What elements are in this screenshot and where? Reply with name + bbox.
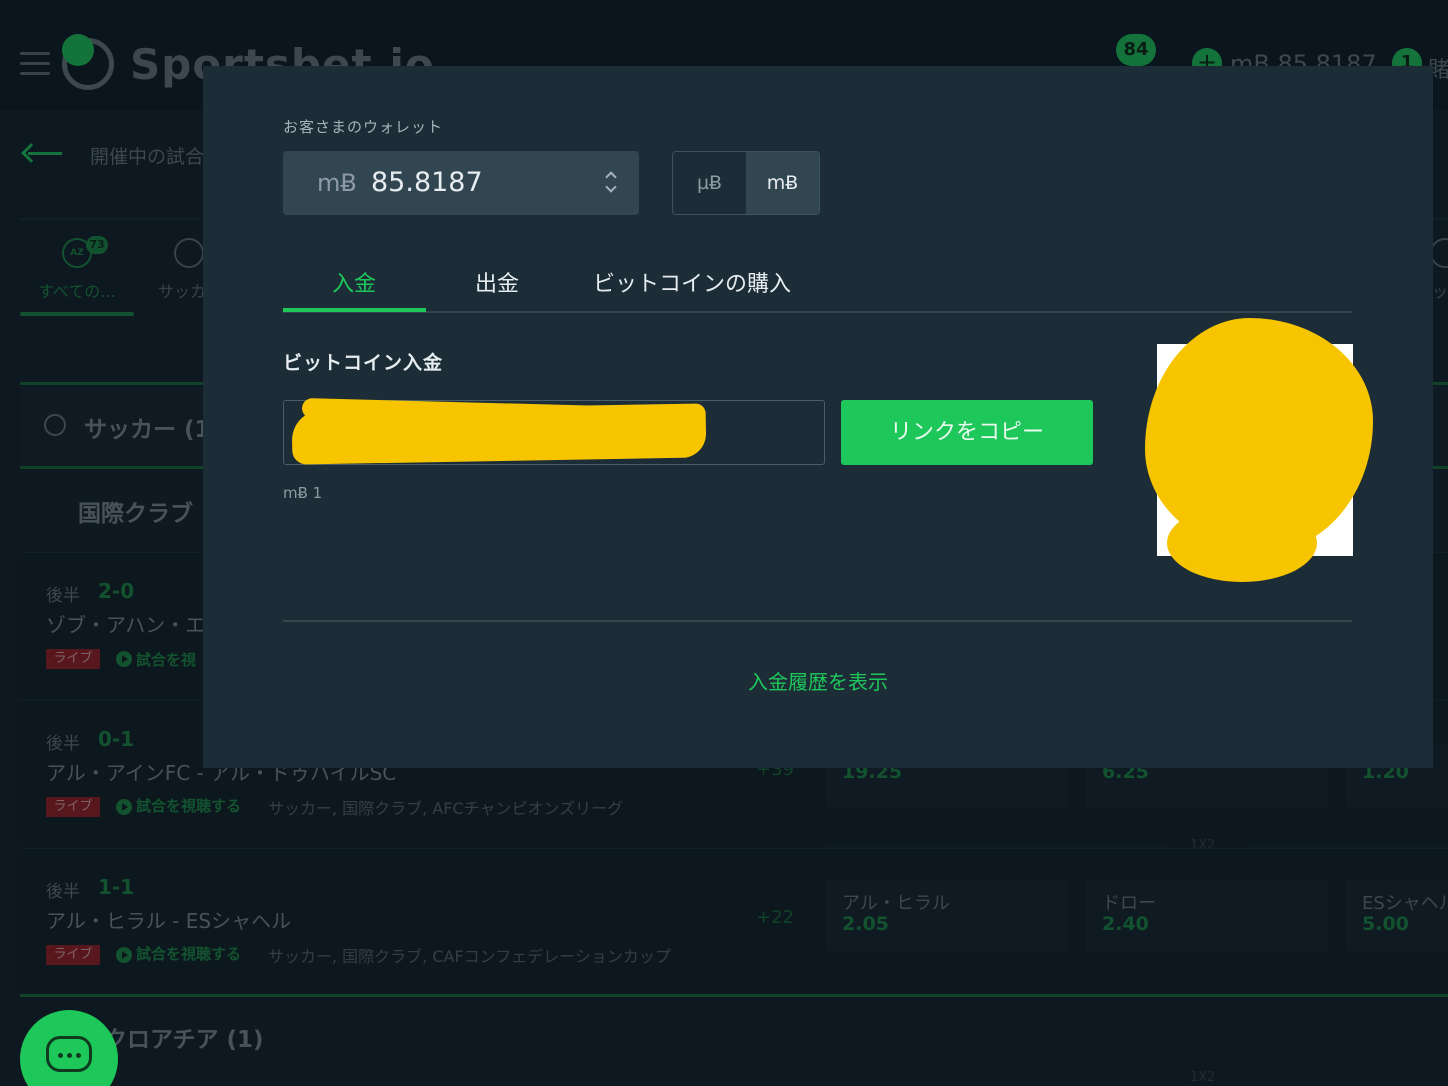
wallet-label: お客さまのウォレット [283,118,444,136]
tab-deposit[interactable]: 入金 [332,266,376,298]
minimum-deposit-note: mɃ 1 [283,484,323,502]
redaction-mark [1167,504,1317,582]
deposit-history-link[interactable]: 入金履歴を表示 [203,666,1433,695]
unit-option-micro[interactable]: µɃ [673,152,746,214]
active-tab-indicator [283,308,426,312]
chat-icon[interactable] [46,1036,92,1072]
tab-withdraw[interactable]: 出金 [475,266,519,298]
deposit-address-field[interactable] [283,398,825,465]
copy-link-button[interactable]: リンクをコピー [841,400,1093,465]
unit-option-milli[interactable]: mɃ [746,152,819,214]
select-arrows-icon [605,171,619,195]
wallet-unit: mɃ [317,169,357,197]
wallet-amount: 85.8187 [371,167,483,198]
deposit-qr-code [1145,318,1373,582]
wallet-select[interactable]: mɃ 85.8187 [283,151,639,215]
unit-toggle: µɃ mɃ [672,151,820,215]
deposit-title: ビットコイン入金 [283,352,444,374]
tabs-divider [283,311,1352,313]
divider [283,620,1352,622]
wallet-modal: お客さまのウォレット mɃ 85.8187 µɃ mɃ 入金 出金 ビットコイン… [203,66,1433,768]
tab-buy-bitcoin[interactable]: ビットコインの購入 [593,266,791,298]
